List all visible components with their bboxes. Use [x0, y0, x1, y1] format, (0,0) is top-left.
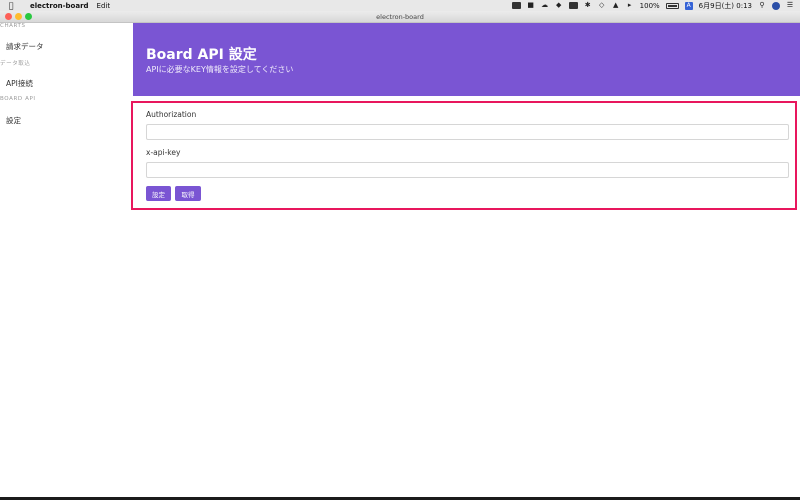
- window-title-bar[interactable]: electron-board: [0, 11, 800, 23]
- bluetooth-icon[interactable]: ✱: [584, 2, 592, 9]
- page-subtitle: APIに必要なKEY情報を設定してください: [146, 65, 294, 74]
- sidebar: CHARTS 請求データ データ取込 API接続 BOARD API 設定: [0, 23, 133, 498]
- page-header: Board API 設定 APIに必要なKEY情報を設定してください: [133, 23, 800, 96]
- menu-bar-tray: ■ ☁ ◆ ✱ ◇ ▲ ▸ 100% A 6月9日(土) 0:13 ⚲ ☰: [511, 0, 794, 11]
- lock-icon[interactable]: ■: [527, 2, 535, 9]
- page-title: Board API 設定: [146, 47, 257, 63]
- sidebar-item-billing-data[interactable]: 請求データ: [6, 41, 44, 52]
- api-key-input[interactable]: [146, 162, 789, 178]
- api-settings-form: Authorization x-api-key 設定 取得: [131, 101, 797, 210]
- menu-app-name[interactable]: electron-board: [30, 2, 89, 10]
- battery-icon[interactable]: [665, 2, 679, 9]
- window-title: electron-board: [376, 13, 424, 21]
- sidebar-item-api-connection[interactable]: API接続: [6, 78, 33, 89]
- wifi-icon[interactable]: ◇: [598, 2, 606, 9]
- sidebar-section-charts: CHARTS: [0, 23, 26, 29]
- sidebar-section-board-api: BOARD API: [0, 96, 36, 102]
- user-avatar-icon[interactable]: [772, 1, 780, 10]
- set-button[interactable]: 設定: [146, 186, 171, 201]
- battery-percent: 100%: [639, 1, 660, 10]
- authorization-label: Authorization: [146, 110, 197, 119]
- authorization-input[interactable]: [146, 124, 789, 140]
- notification-center-icon[interactable]: ☰: [786, 2, 794, 9]
- api-key-label: x-api-key: [146, 148, 181, 157]
- input-source-icon[interactable]: A: [684, 1, 693, 10]
- menu-edit[interactable]: Edit: [97, 2, 111, 10]
- sidebar-item-settings[interactable]: 設定: [6, 115, 21, 126]
- dropbox-icon[interactable]: ◆: [555, 2, 563, 9]
- menu-bar:  electron-board Edit ■ ☁ ◆ ✱ ◇ ▲ ▸ 100%…: [0, 0, 800, 11]
- apple-menu-icon[interactable]: : [6, 1, 16, 10]
- airplay-icon[interactable]: ▲: [612, 2, 620, 9]
- display-icon[interactable]: [511, 2, 521, 9]
- cloud-icon[interactable]: ☁: [541, 2, 549, 9]
- sidebar-section-data-import: データ取込: [0, 61, 31, 67]
- menu-clock[interactable]: 6月9日(土) 0:13: [699, 1, 752, 11]
- search-icon[interactable]: ⚲: [758, 2, 766, 9]
- volume-icon[interactable]: ▸: [626, 2, 634, 9]
- menu-app-icon[interactable]: [568, 2, 578, 9]
- get-button[interactable]: 取得: [175, 186, 201, 201]
